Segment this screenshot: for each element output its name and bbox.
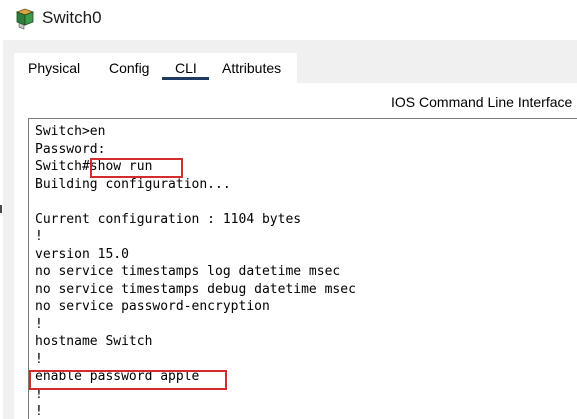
switch-device-icon: [15, 8, 35, 30]
tab-cli[interactable]: CLI: [175, 60, 197, 76]
terminal-line: version 15.0: [35, 246, 129, 262]
terminal-line: !: [35, 229, 43, 244]
tab-attributes[interactable]: Attributes: [222, 60, 281, 76]
terminal-line: Current configuration : 1104 bytes: [35, 211, 302, 227]
terminal-line: hostname Switch: [35, 334, 153, 349]
tab-physical[interactable]: Physical: [28, 60, 80, 76]
title-bar: Switch0: [0, 0, 577, 40]
terminal-line: !: [35, 351, 43, 367]
cli-header: IOS Command Line Interface: [391, 94, 573, 110]
terminal-line: enable password apple: [35, 369, 200, 384]
tab-config[interactable]: Config: [109, 60, 149, 76]
device-window: Switch0 Physical Config CLI Attributes I…: [0, 0, 577, 419]
terminal-line: Building configuration...: [35, 176, 231, 192]
terminal-line: no service password-encryption: [35, 299, 270, 314]
terminal-line: Switch>en: [35, 124, 106, 139]
terminal-line: !: [35, 316, 43, 332]
terminal-line: !: [35, 404, 43, 419]
cli-terminal[interactable]: Switch>en Password: Switch#show run Buil…: [28, 118, 577, 419]
terminal-line: no service timestamps debug datetime mse…: [35, 281, 356, 297]
terminal-line: no service timestamps log datetime msec: [35, 264, 341, 279]
window-edge-mark: [0, 205, 2, 213]
terminal-line: Switch#show run: [35, 159, 153, 174]
window-title: Switch0: [42, 8, 102, 27]
terminal-line: !: [35, 386, 43, 402]
terminal-line: Password:: [35, 141, 106, 157]
active-tab-indicator: [162, 77, 209, 80]
